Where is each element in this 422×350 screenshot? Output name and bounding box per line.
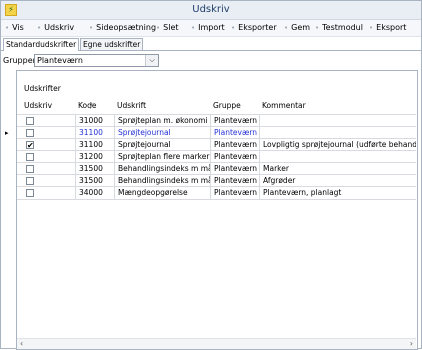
current-row-arrow-icon: ▸ <box>5 129 9 137</box>
menu-sideopsaetning[interactable]: • Sideopsætning <box>89 23 156 32</box>
print-checkbox[interactable]: ✔ <box>26 141 34 150</box>
menu-dot-icon: • <box>191 24 196 32</box>
filter-label: Grupper <box>3 56 36 65</box>
title-bar: ⚡ Udskriv <box>1 1 421 20</box>
tab-strip: Standardudskrifter Egne udskrifter <box>1 37 421 51</box>
panel-title: Udskrifter <box>24 84 61 93</box>
menu-vis[interactable]: • Vis <box>5 23 24 32</box>
chevron-down-icon[interactable]: ⌵ <box>145 55 158 66</box>
kommentar-cell: Planteværn, planlagt <box>259 187 416 199</box>
print-checkbox[interactable] <box>26 177 34 185</box>
menu-dot-icon: • <box>156 24 161 32</box>
udskrift-cell: Mængdeopgørelse <box>114 187 210 199</box>
menu-udskriv[interactable]: • Udskriv <box>37 23 74 32</box>
print-checkbox[interactable] <box>26 165 34 173</box>
horizontal-scrollbar[interactable]: ‹ › <box>17 338 416 349</box>
udskrifter-panel: Udskrifter Udskriv Kode / Udskrift Grupp… <box>5 70 418 350</box>
window: ⚡ Udskriv • Vis • Udskriv • Sideopsætning •… <box>0 0 422 350</box>
menu-testmodul[interactable]: • Testmodul <box>315 23 363 32</box>
scroll-right-icon[interactable]: › <box>410 339 413 349</box>
menu-gem[interactable]: • Gem <box>284 23 310 32</box>
sort-indicator-icon: / <box>90 102 93 110</box>
menu-eksporter[interactable]: • Eksporter <box>231 23 277 32</box>
udskriv-cell <box>17 187 75 199</box>
group-select-value: Planteværn <box>37 56 83 65</box>
scroll-left-icon[interactable]: ‹ <box>20 339 23 349</box>
column-header-gruppe[interactable]: Gruppe <box>210 97 260 115</box>
menu-dot-icon: • <box>89 24 94 32</box>
menu-dot-icon: • <box>5 24 10 32</box>
tab-egne-udskrifter[interactable]: Egne udskrifter <box>80 38 144 50</box>
column-header-udskrift[interactable]: Udskrift <box>114 97 210 115</box>
column-header-udskriv[interactable]: Udskriv <box>21 97 71 115</box>
kode-cell: 34000 <box>75 187 114 199</box>
menu-dot-icon: • <box>315 24 320 32</box>
print-checkbox[interactable] <box>26 189 34 197</box>
menu-import[interactable]: • Import <box>191 23 225 32</box>
menu-bar: • Vis • Udskriv • Sideopsætning • Slet • Impo… <box>1 20 421 37</box>
menu-dot-icon: • <box>231 24 236 32</box>
table-row[interactable]: 34000 Mængdeopgørelse Planteværn Plantev… <box>17 186 416 200</box>
tab-standardudskrifter[interactable]: Standardudskrifter <box>3 38 80 51</box>
menu-dot-icon: • <box>37 24 42 32</box>
window-title: Udskriv <box>192 4 230 15</box>
print-checkbox[interactable] <box>26 117 34 125</box>
menu-dot-icon: • <box>369 24 374 32</box>
gruppe-cell: Planteværn <box>210 187 259 199</box>
menu-slet[interactable]: • Slet <box>156 23 179 32</box>
menu-dot-icon: • <box>284 24 289 32</box>
group-select[interactable]: Planteværn ⌵ <box>34 54 159 67</box>
menu-eksport[interactable]: • Eksport <box>369 23 406 32</box>
print-checkbox[interactable] <box>26 153 34 161</box>
column-header-kommentar[interactable]: Kommentar <box>259 97 409 115</box>
print-checkbox[interactable] <box>26 129 34 137</box>
